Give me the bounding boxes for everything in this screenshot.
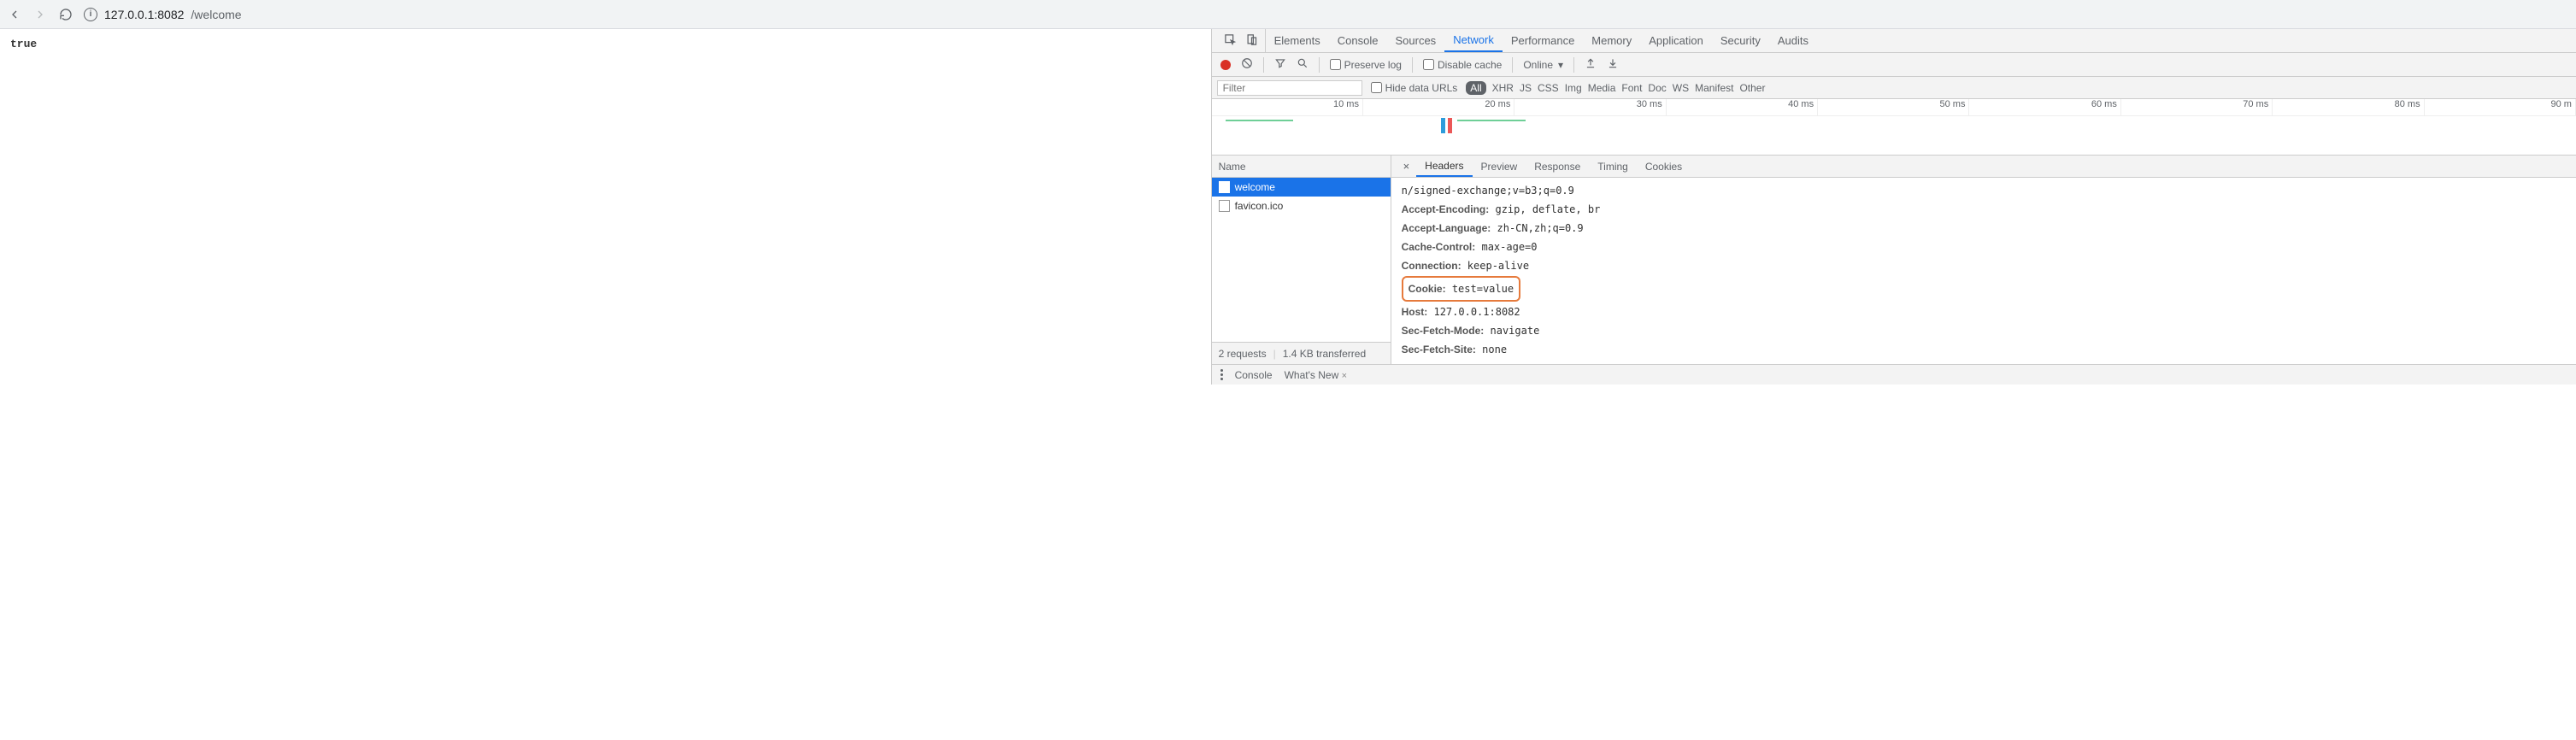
- file-icon: [1219, 200, 1230, 212]
- filter-type-all[interactable]: All: [1466, 81, 1485, 95]
- timeline-tick: 20 ms: [1363, 99, 1514, 115]
- timeline-tick: 90 m: [2425, 99, 2576, 115]
- header-row: Accept-Language: zh-CN,zh;q=0.9: [1402, 219, 2566, 238]
- site-info-icon[interactable]: i: [84, 8, 97, 21]
- inspect-element-icon[interactable]: [1224, 33, 1237, 49]
- close-icon[interactable]: ×: [1342, 371, 1347, 381]
- timeline-tick: 30 ms: [1514, 99, 1666, 115]
- chevron-down-icon: ▾: [1558, 59, 1563, 71]
- network-toolbar: Preserve log Disable cache Online ▾: [1212, 53, 2576, 77]
- filter-type-manifest[interactable]: Manifest: [1695, 82, 1733, 94]
- page-body: true: [0, 29, 1211, 385]
- clear-icon[interactable]: [1241, 57, 1253, 72]
- tab-memory[interactable]: Memory: [1583, 29, 1640, 52]
- summary-transferred: 1.4 KB transferred: [1283, 348, 1366, 360]
- devtools-tab-strip: ElementsConsoleSourcesNetworkPerformance…: [1212, 29, 2576, 53]
- header-row: n/signed-exchange;v=b3;q=0.9: [1402, 181, 2566, 200]
- tab-audits[interactable]: Audits: [1769, 29, 1817, 52]
- preserve-log-label: Preserve log: [1344, 59, 1402, 71]
- header-row: Sec-Fetch-Site: none: [1402, 340, 2566, 359]
- summary-requests: 2 requests: [1219, 348, 1267, 360]
- url-path: /welcome: [191, 8, 241, 21]
- tab-security[interactable]: Security: [1712, 29, 1769, 52]
- header-row: Sec-Fetch-Mode: navigate: [1402, 321, 2566, 340]
- drawer-tab-whatsnew[interactable]: What's New ×: [1285, 369, 1347, 381]
- url-host: 127.0.0.1:8082: [104, 8, 184, 21]
- filter-type-doc[interactable]: Doc: [1648, 82, 1666, 94]
- timeline-tick: 80 ms: [2273, 99, 2424, 115]
- network-summary: 2 requests | 1.4 KB transferred: [1212, 342, 1391, 364]
- file-icon: [1219, 181, 1230, 193]
- devtools-drawer: Console What's New ×: [1212, 364, 2576, 385]
- network-filter-bar: Hide data URLs All XHR JS CSS Img Media Font Do…: [1212, 77, 2576, 99]
- timeline-tick: 50 ms: [1818, 99, 1969, 115]
- drawer-menu-icon[interactable]: [1220, 369, 1223, 380]
- header-row: Connection: keep-alive: [1402, 256, 2566, 275]
- detail-tab-preview[interactable]: Preview: [1473, 156, 1526, 177]
- detail-tab-timing[interactable]: Timing: [1589, 156, 1637, 177]
- request-row[interactable]: welcome: [1212, 178, 1391, 197]
- tab-application[interactable]: Application: [1640, 29, 1712, 52]
- header-row-highlighted: Cookie: test=value: [1402, 276, 1521, 302]
- disable-cache-checkbox[interactable]: Disable cache: [1423, 59, 1502, 71]
- filter-type-css[interactable]: CSS: [1538, 82, 1559, 94]
- download-icon[interactable]: [1607, 57, 1619, 72]
- tab-network[interactable]: Network: [1444, 29, 1503, 52]
- headers-pane[interactable]: n/signed-exchange;v=b3;q=0.9Accept-Encod…: [1391, 178, 2576, 364]
- timeline-tick: 10 ms: [1212, 99, 1363, 115]
- address-bar[interactable]: i 127.0.0.1:8082/welcome: [84, 8, 242, 21]
- back-button[interactable]: [7, 7, 22, 22]
- timeline-tick: 40 ms: [1667, 99, 1818, 115]
- filter-type-xhr[interactable]: XHR: [1492, 82, 1514, 94]
- devtools-panel: ElementsConsoleSourcesNetworkPerformance…: [1211, 29, 2576, 385]
- tab-elements[interactable]: Elements: [1266, 29, 1329, 52]
- filter-input[interactable]: [1217, 80, 1362, 96]
- search-icon[interactable]: [1297, 57, 1309, 72]
- filter-type-font[interactable]: Font: [1621, 82, 1642, 94]
- forward-button[interactable]: [32, 7, 48, 22]
- request-details: × HeadersPreviewResponseTimingCookies n/…: [1391, 156, 2576, 364]
- network-timeline[interactable]: 10 ms20 ms30 ms40 ms50 ms60 ms70 ms80 ms…: [1212, 99, 2576, 156]
- disable-cache-label: Disable cache: [1438, 59, 1502, 71]
- timeline-tick: 70 ms: [2121, 99, 2273, 115]
- detail-tab-cookies[interactable]: Cookies: [1637, 156, 1691, 177]
- name-column-header[interactable]: Name: [1212, 156, 1391, 178]
- request-row[interactable]: favicon.ico: [1212, 197, 1391, 215]
- header-row: Host: 127.0.0.1:8082: [1402, 302, 2566, 321]
- throttling-select[interactable]: Online ▾: [1523, 59, 1563, 71]
- device-toggle-icon[interactable]: [1245, 33, 1258, 49]
- close-details-button[interactable]: ×: [1397, 156, 1417, 177]
- detail-tab-response[interactable]: Response: [1526, 156, 1589, 177]
- filter-type-other[interactable]: Other: [1739, 82, 1765, 94]
- filter-type-media[interactable]: Media: [1588, 82, 1616, 94]
- upload-icon[interactable]: [1585, 57, 1597, 72]
- detail-tab-headers[interactable]: Headers: [1416, 156, 1472, 177]
- timeline-tick: 60 ms: [1969, 99, 2120, 115]
- filter-icon[interactable]: [1274, 57, 1286, 72]
- browser-toolbar: i 127.0.0.1:8082/welcome: [0, 0, 2576, 29]
- filter-type-img[interactable]: Img: [1565, 82, 1582, 94]
- filter-type-ws[interactable]: WS: [1673, 82, 1689, 94]
- record-button[interactable]: [1220, 60, 1231, 70]
- hide-data-urls-checkbox[interactable]: Hide data URLs: [1371, 82, 1458, 94]
- header-row: Accept-Encoding: gzip, deflate, br: [1402, 200, 2566, 219]
- header-row: Cache-Control: max-age=0: [1402, 238, 2566, 256]
- filter-type-js[interactable]: JS: [1520, 82, 1532, 94]
- preserve-log-checkbox[interactable]: Preserve log: [1330, 59, 1402, 71]
- tab-console[interactable]: Console: [1329, 29, 1387, 52]
- reload-button[interactable]: [58, 7, 74, 22]
- request-name: welcome: [1235, 181, 1275, 193]
- request-name: favicon.ico: [1235, 200, 1284, 212]
- throttling-label: Online: [1523, 59, 1553, 71]
- hide-data-urls-label: Hide data URLs: [1385, 82, 1458, 94]
- drawer-tab-console[interactable]: Console: [1235, 369, 1273, 381]
- request-list: Name welcome favicon.ico 2 requests | 1.4…: [1212, 156, 1391, 364]
- tab-sources[interactable]: Sources: [1386, 29, 1444, 52]
- tab-performance[interactable]: Performance: [1503, 29, 1583, 52]
